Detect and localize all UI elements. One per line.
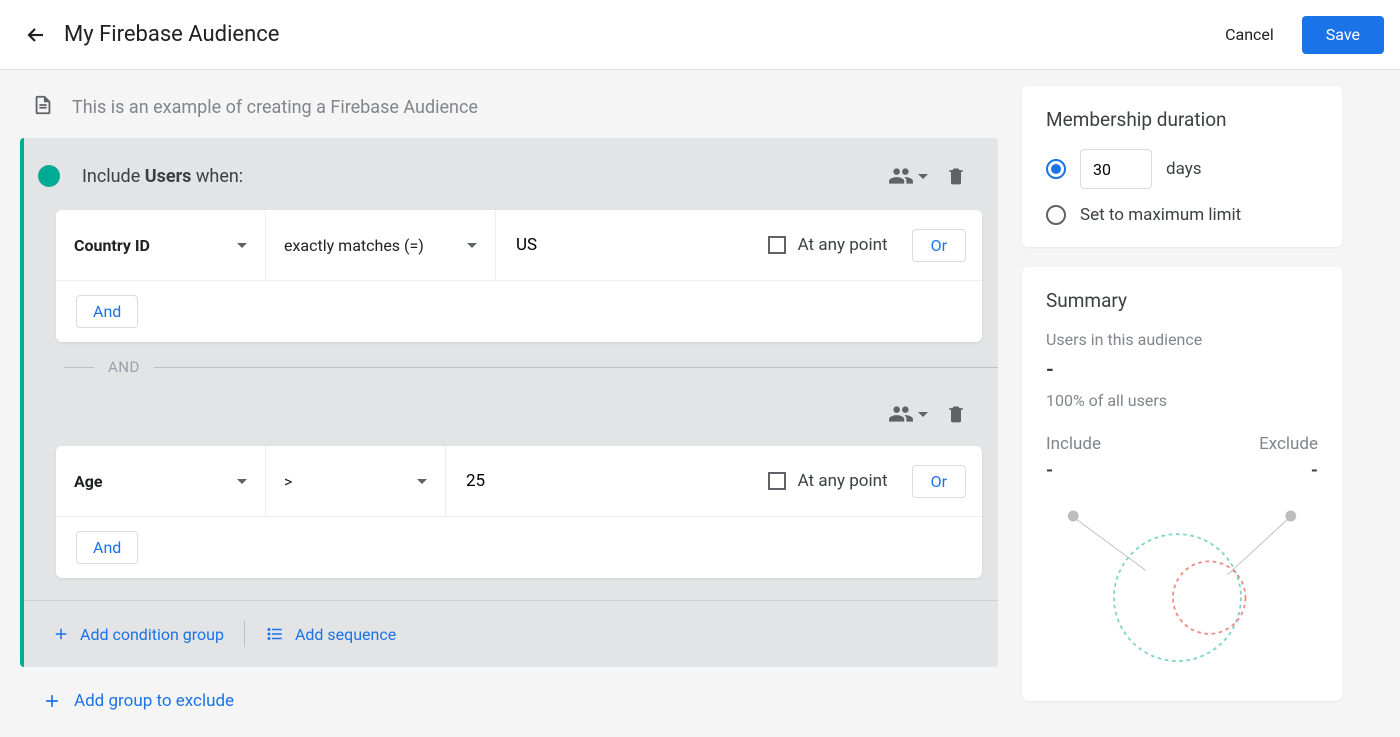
any-point-checkbox[interactable] bbox=[768, 472, 786, 490]
or-button[interactable]: Or bbox=[912, 465, 966, 498]
back-button[interactable] bbox=[16, 15, 56, 55]
membership-title: Membership duration bbox=[1046, 108, 1318, 131]
chevron-down-icon bbox=[237, 243, 247, 248]
cancel-button[interactable]: Cancel bbox=[1205, 17, 1294, 53]
scope-dropdown[interactable] bbox=[888, 401, 928, 427]
chevron-down-icon bbox=[918, 174, 928, 179]
header: My Firebase Audience Cancel Save bbox=[0, 0, 1400, 70]
description-row: This is an example of creating a Firebas… bbox=[20, 86, 998, 138]
add-sequence-button[interactable]: Add sequence bbox=[265, 625, 396, 644]
operator-label: exactly matches (=) bbox=[284, 236, 424, 255]
and-button[interactable]: And bbox=[76, 295, 138, 328]
any-point-checkbox[interactable] bbox=[768, 236, 786, 254]
max-limit-label: Set to maximum limit bbox=[1080, 205, 1241, 225]
chevron-down-icon bbox=[417, 479, 427, 484]
any-point-label: At any point bbox=[798, 235, 888, 255]
save-button[interactable]: Save bbox=[1302, 16, 1384, 54]
exclude-label: Exclude bbox=[1259, 434, 1318, 454]
membership-panel: Membership duration days Set to maximum … bbox=[1022, 86, 1342, 247]
sequence-icon bbox=[265, 625, 285, 643]
chevron-down-icon bbox=[918, 412, 928, 417]
arrow-left-icon bbox=[24, 23, 48, 47]
plus-icon bbox=[42, 691, 62, 711]
field-dropdown[interactable]: Country ID bbox=[56, 210, 266, 280]
page-title: My Firebase Audience bbox=[64, 22, 1205, 47]
description-icon bbox=[32, 94, 54, 120]
divider bbox=[244, 621, 245, 647]
value-input[interactable] bbox=[496, 211, 646, 279]
trash-icon bbox=[946, 404, 966, 424]
people-icon bbox=[888, 401, 914, 427]
summary-panel: Summary Users in this audience - 100% of… bbox=[1022, 267, 1342, 701]
people-icon bbox=[888, 163, 914, 189]
days-label: days bbox=[1166, 159, 1202, 179]
condition-card: Country ID exactly matches (=) At any po… bbox=[56, 210, 982, 342]
plus-icon bbox=[52, 625, 70, 643]
value-input[interactable] bbox=[446, 447, 596, 515]
include-indicator-dot bbox=[38, 165, 60, 187]
operator-label: > bbox=[284, 472, 292, 491]
include-block: Include Users when: Country ID bbox=[20, 138, 998, 667]
condition-card: Age > At any point Or And bbox=[56, 446, 982, 578]
field-dropdown[interactable]: Age bbox=[56, 446, 266, 516]
summary-count: - bbox=[1046, 357, 1318, 381]
or-button[interactable]: Or bbox=[912, 229, 966, 262]
description-text[interactable]: This is an example of creating a Firebas… bbox=[72, 97, 478, 118]
summary-subtitle: Users in this audience bbox=[1046, 330, 1318, 349]
chevron-down-icon bbox=[467, 243, 477, 248]
condition-row: Age > At any point Or bbox=[56, 446, 982, 517]
condition-row: Country ID exactly matches (=) At any po… bbox=[56, 210, 982, 281]
delete-group-button[interactable] bbox=[938, 396, 974, 432]
delete-group-button[interactable] bbox=[938, 158, 974, 194]
include-heading: Include Users when: bbox=[82, 166, 243, 187]
duration-days-input[interactable] bbox=[1080, 149, 1152, 189]
any-point-label: At any point bbox=[798, 471, 888, 491]
field-label: Age bbox=[74, 472, 103, 491]
venn-diagram bbox=[1046, 489, 1318, 679]
add-exclude-group-button[interactable]: Add group to exclude bbox=[20, 667, 998, 711]
duration-days-radio[interactable] bbox=[1046, 159, 1066, 179]
include-value: - bbox=[1046, 460, 1053, 481]
duration-max-radio[interactable] bbox=[1046, 205, 1066, 225]
add-condition-group-button[interactable]: Add condition group bbox=[52, 625, 224, 644]
and-button[interactable]: And bbox=[76, 531, 138, 564]
summary-percent: 100% of all users bbox=[1046, 391, 1318, 410]
and-separator: AND bbox=[24, 342, 998, 392]
exclude-value: - bbox=[1311, 460, 1318, 481]
scope-dropdown[interactable] bbox=[888, 163, 928, 189]
trash-icon bbox=[946, 166, 966, 186]
summary-title: Summary bbox=[1046, 289, 1318, 312]
field-label: Country ID bbox=[74, 236, 150, 255]
operator-dropdown[interactable]: > bbox=[266, 446, 446, 516]
operator-dropdown[interactable]: exactly matches (=) bbox=[266, 210, 496, 280]
include-label: Include bbox=[1046, 434, 1101, 454]
chevron-down-icon bbox=[237, 479, 247, 484]
